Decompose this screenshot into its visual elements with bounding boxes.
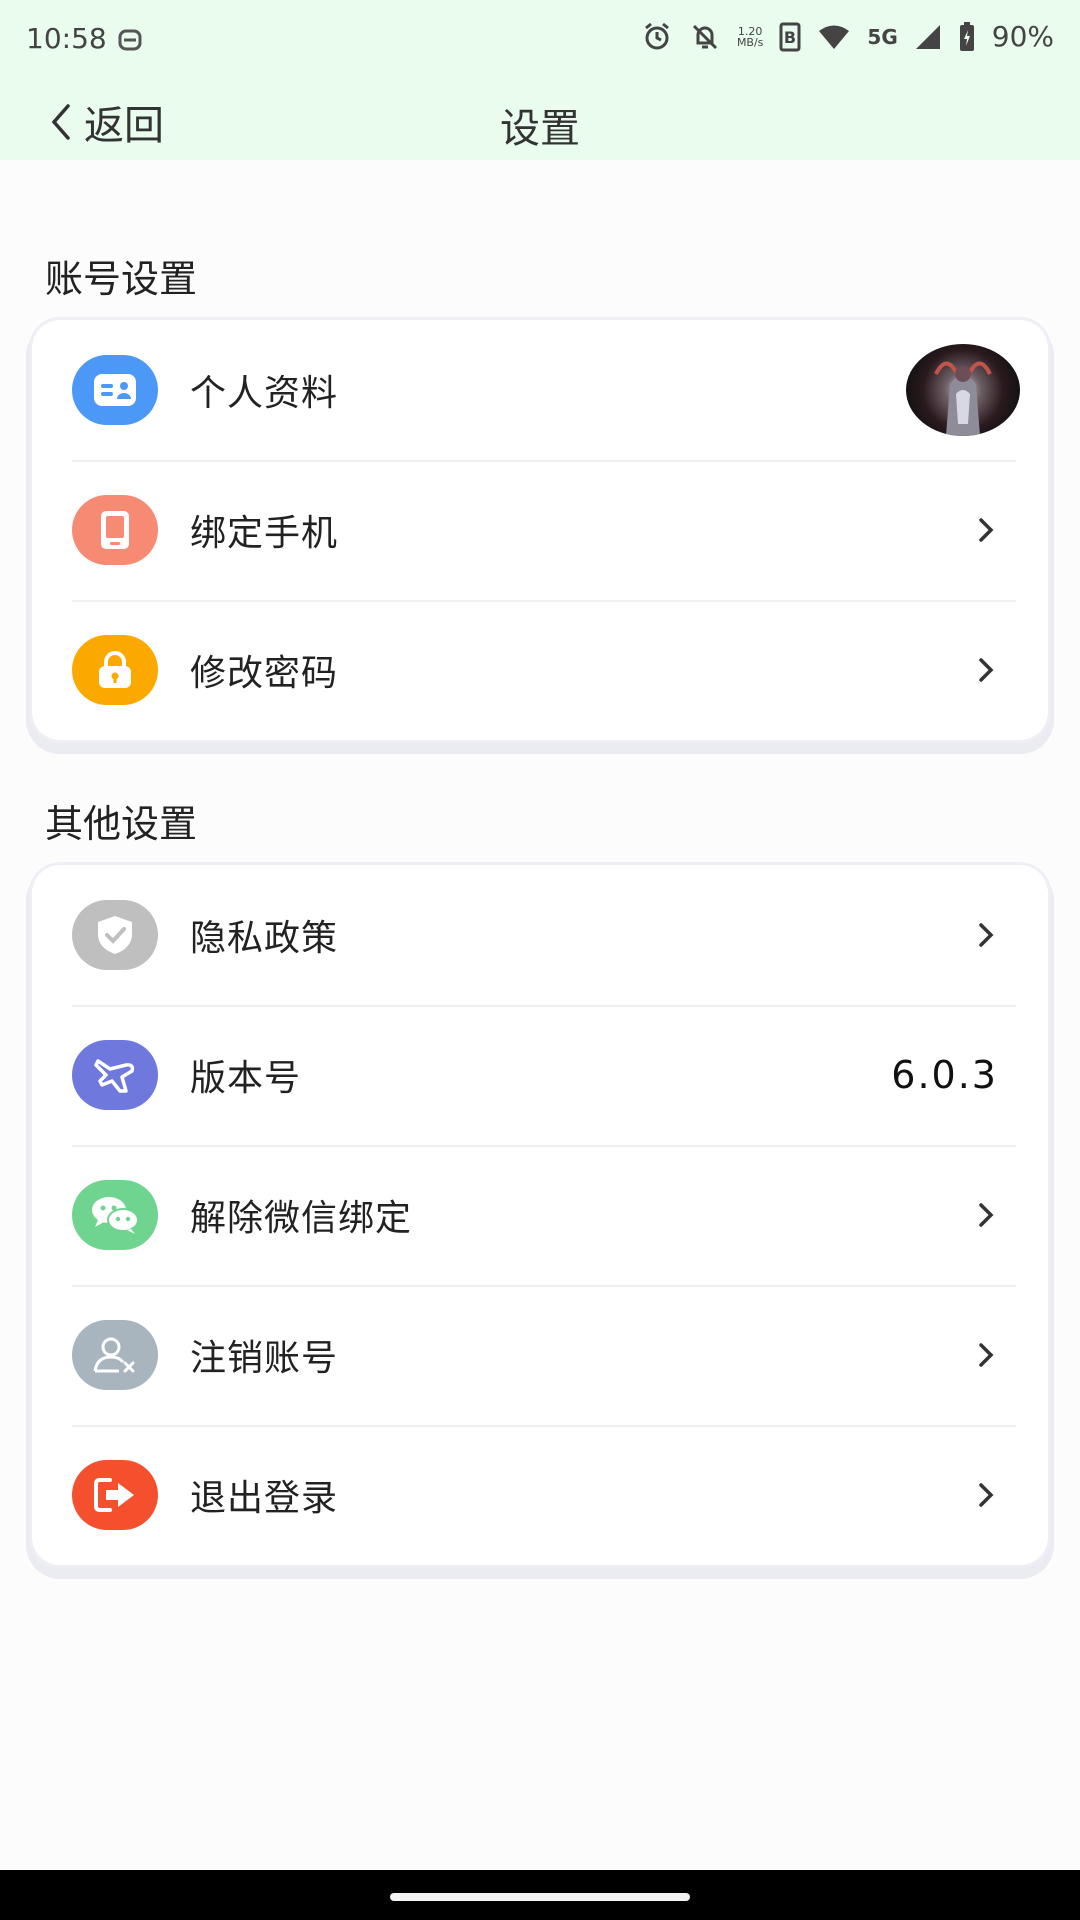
shield-check-icon — [72, 900, 158, 970]
chevron-right-icon — [979, 1343, 994, 1367]
chevron-right-icon — [979, 1483, 994, 1507]
other-settings-card: 隐私政策 版本号 6.0.3 解除微信绑定 注销账号 退出登录 — [32, 865, 1048, 1565]
profile-card-icon — [72, 355, 158, 425]
settings-row-label: 解除微信绑定 — [190, 1198, 413, 1239]
logout-icon — [72, 1460, 158, 1530]
status-time: 10:58 — [26, 22, 107, 55]
wechat-icon — [72, 1180, 158, 1250]
settings-row-privacy[interactable]: 隐私政策 — [32, 865, 1048, 1005]
signal-icon — [915, 24, 940, 49]
phone-icon — [72, 495, 158, 565]
chevron-right-icon — [979, 923, 994, 947]
settings-row-version: 版本号 6.0.3 — [32, 1005, 1048, 1145]
chevron-left-icon — [51, 104, 70, 140]
back-button[interactable]: 返回 — [48, 96, 164, 149]
chevron-right-icon — [979, 658, 994, 682]
home-indicator[interactable] — [390, 1893, 690, 1901]
lock-icon — [72, 635, 158, 705]
wifi-icon — [819, 25, 850, 49]
chevron-right-icon — [979, 518, 994, 542]
section-title-other: 其他设置 — [45, 802, 198, 846]
status-icons: 1.20 MB/s B 5G 90% — [641, 20, 1054, 53]
settings-row-profile[interactable]: 个人资料 — [32, 320, 1048, 460]
avatar — [906, 344, 1020, 436]
settings-row-label: 注销账号 — [190, 1338, 339, 1379]
svg-text:B: B — [784, 28, 796, 47]
settings-row-bind-phone[interactable]: 绑定手机 — [32, 460, 1048, 600]
battery-icon — [959, 21, 974, 51]
settings-row-label: 隐私政策 — [190, 918, 339, 959]
settings-row-label: 绑定手机 — [190, 513, 339, 554]
app-notification-icon — [118, 29, 142, 51]
settings-row-change-password[interactable]: 修改密码 — [32, 600, 1048, 740]
battery-percent: 90% — [991, 20, 1054, 53]
mute-bell-icon — [692, 24, 717, 49]
account-settings-card: 个人资料 绑定手机 修改密码 — [32, 320, 1048, 740]
version-value: 6.0.3 — [891, 1053, 998, 1097]
settings-row-label: 个人资料 — [190, 373, 339, 414]
hd-icon: B — [779, 22, 801, 51]
settings-row-unbind-wechat[interactable]: 解除微信绑定 — [32, 1145, 1048, 1285]
plane-icon — [72, 1040, 158, 1110]
chevron-right-icon — [979, 1203, 994, 1227]
alarm-icon — [645, 22, 669, 49]
back-label: 返回 — [84, 103, 164, 149]
settings-row-label: 版本号 — [190, 1058, 302, 1099]
nav-bar: 设置 返回 — [0, 80, 1080, 160]
net-speed: 1.20 MB/s — [736, 24, 764, 49]
settings-row-delete-account[interactable]: 注销账号 — [32, 1285, 1048, 1425]
section-title-account: 账号设置 — [45, 257, 198, 301]
network-type: 5G — [867, 24, 898, 49]
user-remove-icon — [72, 1320, 158, 1390]
status-bar: 10:58 1.20 MB/s B 5G 90% — [0, 0, 1080, 80]
settings-row-label: 修改密码 — [190, 653, 339, 694]
settings-row-label: 退出登录 — [190, 1478, 339, 1519]
settings-row-logout[interactable]: 退出登录 — [32, 1425, 1048, 1565]
